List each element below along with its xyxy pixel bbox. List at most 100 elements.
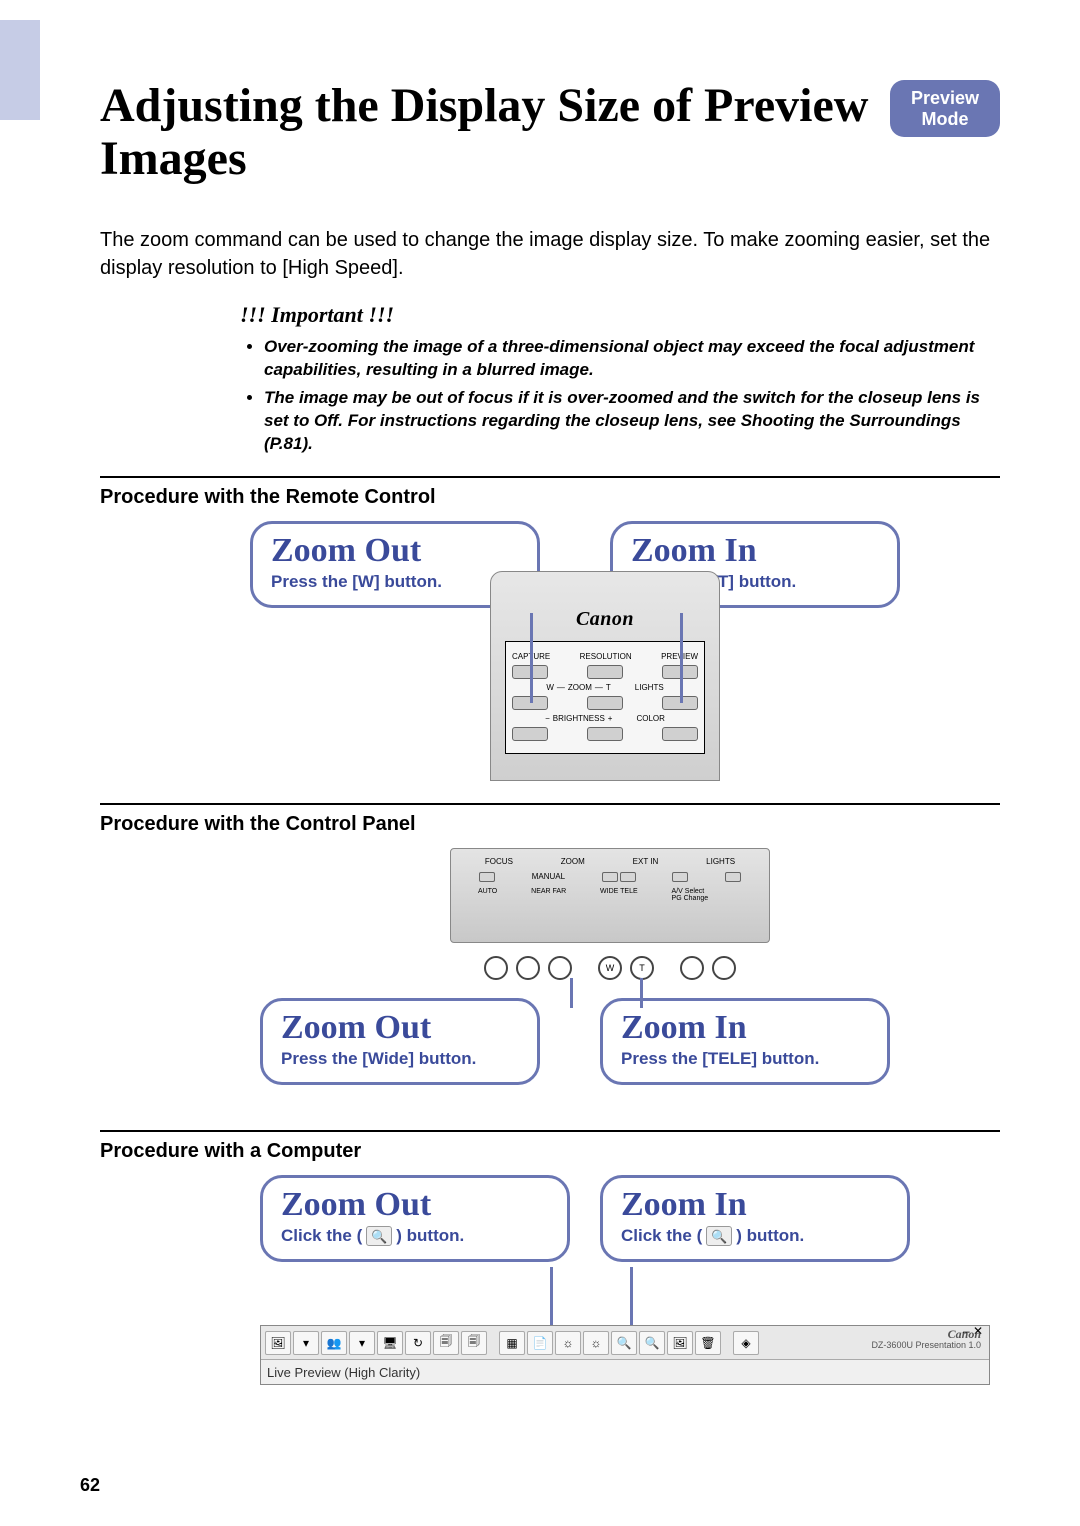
label-near: NEAR bbox=[531, 888, 550, 895]
remote-brightness-minus-button[interactable] bbox=[512, 727, 548, 741]
callout-sub: Press the [W] button. bbox=[271, 572, 519, 592]
toolbar-button[interactable]: 🖼 bbox=[667, 1331, 693, 1355]
status-bar: Live Preview (High Clarity) bbox=[261, 1360, 989, 1384]
remote-zoom-t-button[interactable] bbox=[587, 696, 623, 710]
page-number: 62 bbox=[80, 1475, 100, 1496]
label-color: COLOR bbox=[636, 714, 664, 723]
toolbar-zoom-in-button[interactable]: 🔍 bbox=[639, 1331, 665, 1355]
software-toolbar: 🖼 ▾ 👥 ▾ 🖥 ↻ 🗐 🗐 ▦ 📄 ☼ ☼ 🔍 🔍 🖼 🗑 ◈ – bbox=[260, 1325, 990, 1385]
label-auto: AUTO bbox=[478, 888, 497, 902]
cp-wide-circle[interactable]: W bbox=[598, 956, 622, 980]
callout-sub: Click the ( 🔍 ) button. bbox=[621, 1226, 804, 1246]
section-title-panel: Procedure with the Control Panel bbox=[100, 813, 1000, 836]
section-title-remote: Procedure with the Remote Control bbox=[100, 486, 1000, 509]
sub-pre: Click the ( bbox=[621, 1226, 702, 1246]
badge-line1: Preview bbox=[900, 88, 990, 109]
toolbar-brightness-down-button[interactable]: ☼ bbox=[555, 1331, 581, 1355]
computer-diagram: Zoom Out Click the ( 🔍 ) button. Zoom In… bbox=[100, 1175, 1000, 1395]
label-minus: − bbox=[545, 714, 550, 723]
important-bullet: Over-zooming the image of a three-dimens… bbox=[264, 336, 1000, 382]
important-heading: !!! Important !!! bbox=[240, 302, 1000, 328]
remote-resolution-button[interactable] bbox=[587, 665, 623, 679]
pointer-line bbox=[550, 1267, 553, 1327]
label-wide: WIDE bbox=[600, 888, 618, 895]
label-far: FAR bbox=[553, 888, 567, 895]
divider bbox=[100, 803, 1000, 805]
cp-circle-button[interactable] bbox=[516, 956, 540, 980]
remote-color-button[interactable] bbox=[662, 727, 698, 741]
toolbar-dropdown-icon[interactable]: ▾ bbox=[349, 1331, 375, 1355]
remote-illustration: Canon CAPTURE RESOLUTION PREVIEW W — ZOO… bbox=[490, 571, 720, 781]
cp-tele-button[interactable] bbox=[620, 872, 636, 882]
callout-title: Zoom Out bbox=[281, 1188, 549, 1222]
remote-brightness-plus-button[interactable] bbox=[587, 727, 623, 741]
callout-title: Zoom In bbox=[621, 1011, 869, 1045]
important-block: !!! Important !!! Over-zooming the image… bbox=[240, 302, 1000, 457]
label-resolution: RESOLUTION bbox=[580, 652, 632, 661]
callout-sub: Click the ( 🔍 ) button. bbox=[281, 1226, 464, 1246]
cp-circle-button[interactable] bbox=[680, 956, 704, 980]
toolbar-button[interactable]: 🗑 bbox=[695, 1331, 721, 1355]
badge-line2: Mode bbox=[900, 109, 990, 130]
label-pgchange: PG Change bbox=[672, 895, 709, 902]
remote-panel: CAPTURE RESOLUTION PREVIEW W — ZOOM — T … bbox=[505, 641, 705, 754]
control-panel-diagram: FOCUS ZOOM EXT IN LIGHTS MANUAL AUTO NEA… bbox=[100, 848, 1000, 1118]
remote-diagram: Zoom Out Press the [W] button. Zoom In P… bbox=[100, 521, 1000, 791]
pointer-line bbox=[530, 613, 533, 703]
cp-circle-button[interactable] bbox=[548, 956, 572, 980]
toolbar-button[interactable]: ▦ bbox=[499, 1331, 525, 1355]
toolbar-help-button[interactable]: ◈ bbox=[733, 1331, 759, 1355]
cp-lights-button[interactable] bbox=[725, 872, 741, 882]
sub-pre: Click the ( bbox=[281, 1226, 362, 1246]
toolbar-button[interactable]: 🗐 bbox=[461, 1331, 487, 1355]
brand-sub: DZ-3600U Presentation 1.0 bbox=[871, 1341, 981, 1351]
cp-circle-button[interactable] bbox=[712, 956, 736, 980]
label-brightness: BRIGHTNESS bbox=[553, 714, 605, 723]
label-focus: FOCUS bbox=[485, 857, 513, 866]
cp-tele-circle[interactable]: T bbox=[630, 956, 654, 980]
toolbar-button[interactable]: 🗐 bbox=[433, 1331, 459, 1355]
label-lights: LIGHTS bbox=[635, 683, 664, 692]
software-brand: Canon DZ-3600U Presentation 1.0 bbox=[871, 1328, 981, 1351]
label-lights: LIGHTS bbox=[706, 857, 735, 866]
control-panel-illustration: FOCUS ZOOM EXT IN LIGHTS MANUAL AUTO NEA… bbox=[450, 848, 770, 943]
callout-title: Zoom Out bbox=[271, 534, 519, 568]
toolbar-button[interactable]: 👥 bbox=[321, 1331, 347, 1355]
callout-sub: Press the [TELE] button. bbox=[621, 1049, 869, 1069]
divider bbox=[100, 1130, 1000, 1132]
label-zoom: ZOOM bbox=[561, 857, 585, 866]
toolbar-dropdown-icon[interactable]: ▾ bbox=[293, 1331, 319, 1355]
cp-circle-button[interactable] bbox=[484, 956, 508, 980]
sub-post: ) button. bbox=[736, 1226, 804, 1246]
pointer-line bbox=[570, 978, 573, 1008]
label-manual: MANUAL bbox=[532, 872, 565, 884]
page-title: Adjusting the Display Size of Preview Im… bbox=[100, 80, 870, 186]
zoom-out-icon: 🔍 bbox=[366, 1226, 392, 1246]
pointer-line bbox=[630, 1267, 633, 1327]
label-zoom: ZOOM bbox=[568, 683, 592, 692]
control-panel-buttons-row: W T bbox=[450, 948, 770, 988]
toolbar-button[interactable]: 🖥 bbox=[377, 1331, 403, 1355]
label-extin: EXT IN bbox=[633, 857, 659, 866]
cp-avselect-button[interactable] bbox=[672, 872, 688, 882]
toolbar-button[interactable]: 🖼 bbox=[265, 1331, 291, 1355]
panel-zoom-out-callout: Zoom Out Press the [Wide] button. bbox=[260, 998, 540, 1084]
label-t: T bbox=[606, 683, 611, 692]
toolbar-button[interactable]: ↻ bbox=[405, 1331, 431, 1355]
important-bullet: The image may be out of focus if it is o… bbox=[264, 387, 1000, 456]
status-text: Live Preview (High Clarity) bbox=[267, 1365, 420, 1380]
callout-sub: Press the [Wide] button. bbox=[281, 1049, 519, 1069]
cp-auto-button[interactable] bbox=[479, 872, 495, 882]
sub-post: ) button. bbox=[396, 1226, 464, 1246]
toolbar-buttons: 🖼 ▾ 👥 ▾ 🖥 ↻ 🗐 🗐 ▦ 📄 ☼ ☼ 🔍 🔍 🖼 🗑 ◈ – bbox=[261, 1326, 989, 1360]
cp-wide-button[interactable] bbox=[602, 872, 618, 882]
toolbar-zoom-out-button[interactable]: 🔍 bbox=[611, 1331, 637, 1355]
canon-logo: Canon bbox=[491, 608, 719, 631]
pointer-line bbox=[680, 613, 683, 703]
computer-zoom-in-callout: Zoom In Click the ( 🔍 ) button. bbox=[600, 1175, 910, 1261]
computer-zoom-out-callout: Zoom Out Click the ( 🔍 ) button. bbox=[260, 1175, 570, 1261]
title-row: Adjusting the Display Size of Preview Im… bbox=[100, 80, 1000, 186]
callout-title: Zoom In bbox=[621, 1188, 889, 1222]
toolbar-brightness-up-button[interactable]: ☼ bbox=[583, 1331, 609, 1355]
toolbar-button[interactable]: 📄 bbox=[527, 1331, 553, 1355]
